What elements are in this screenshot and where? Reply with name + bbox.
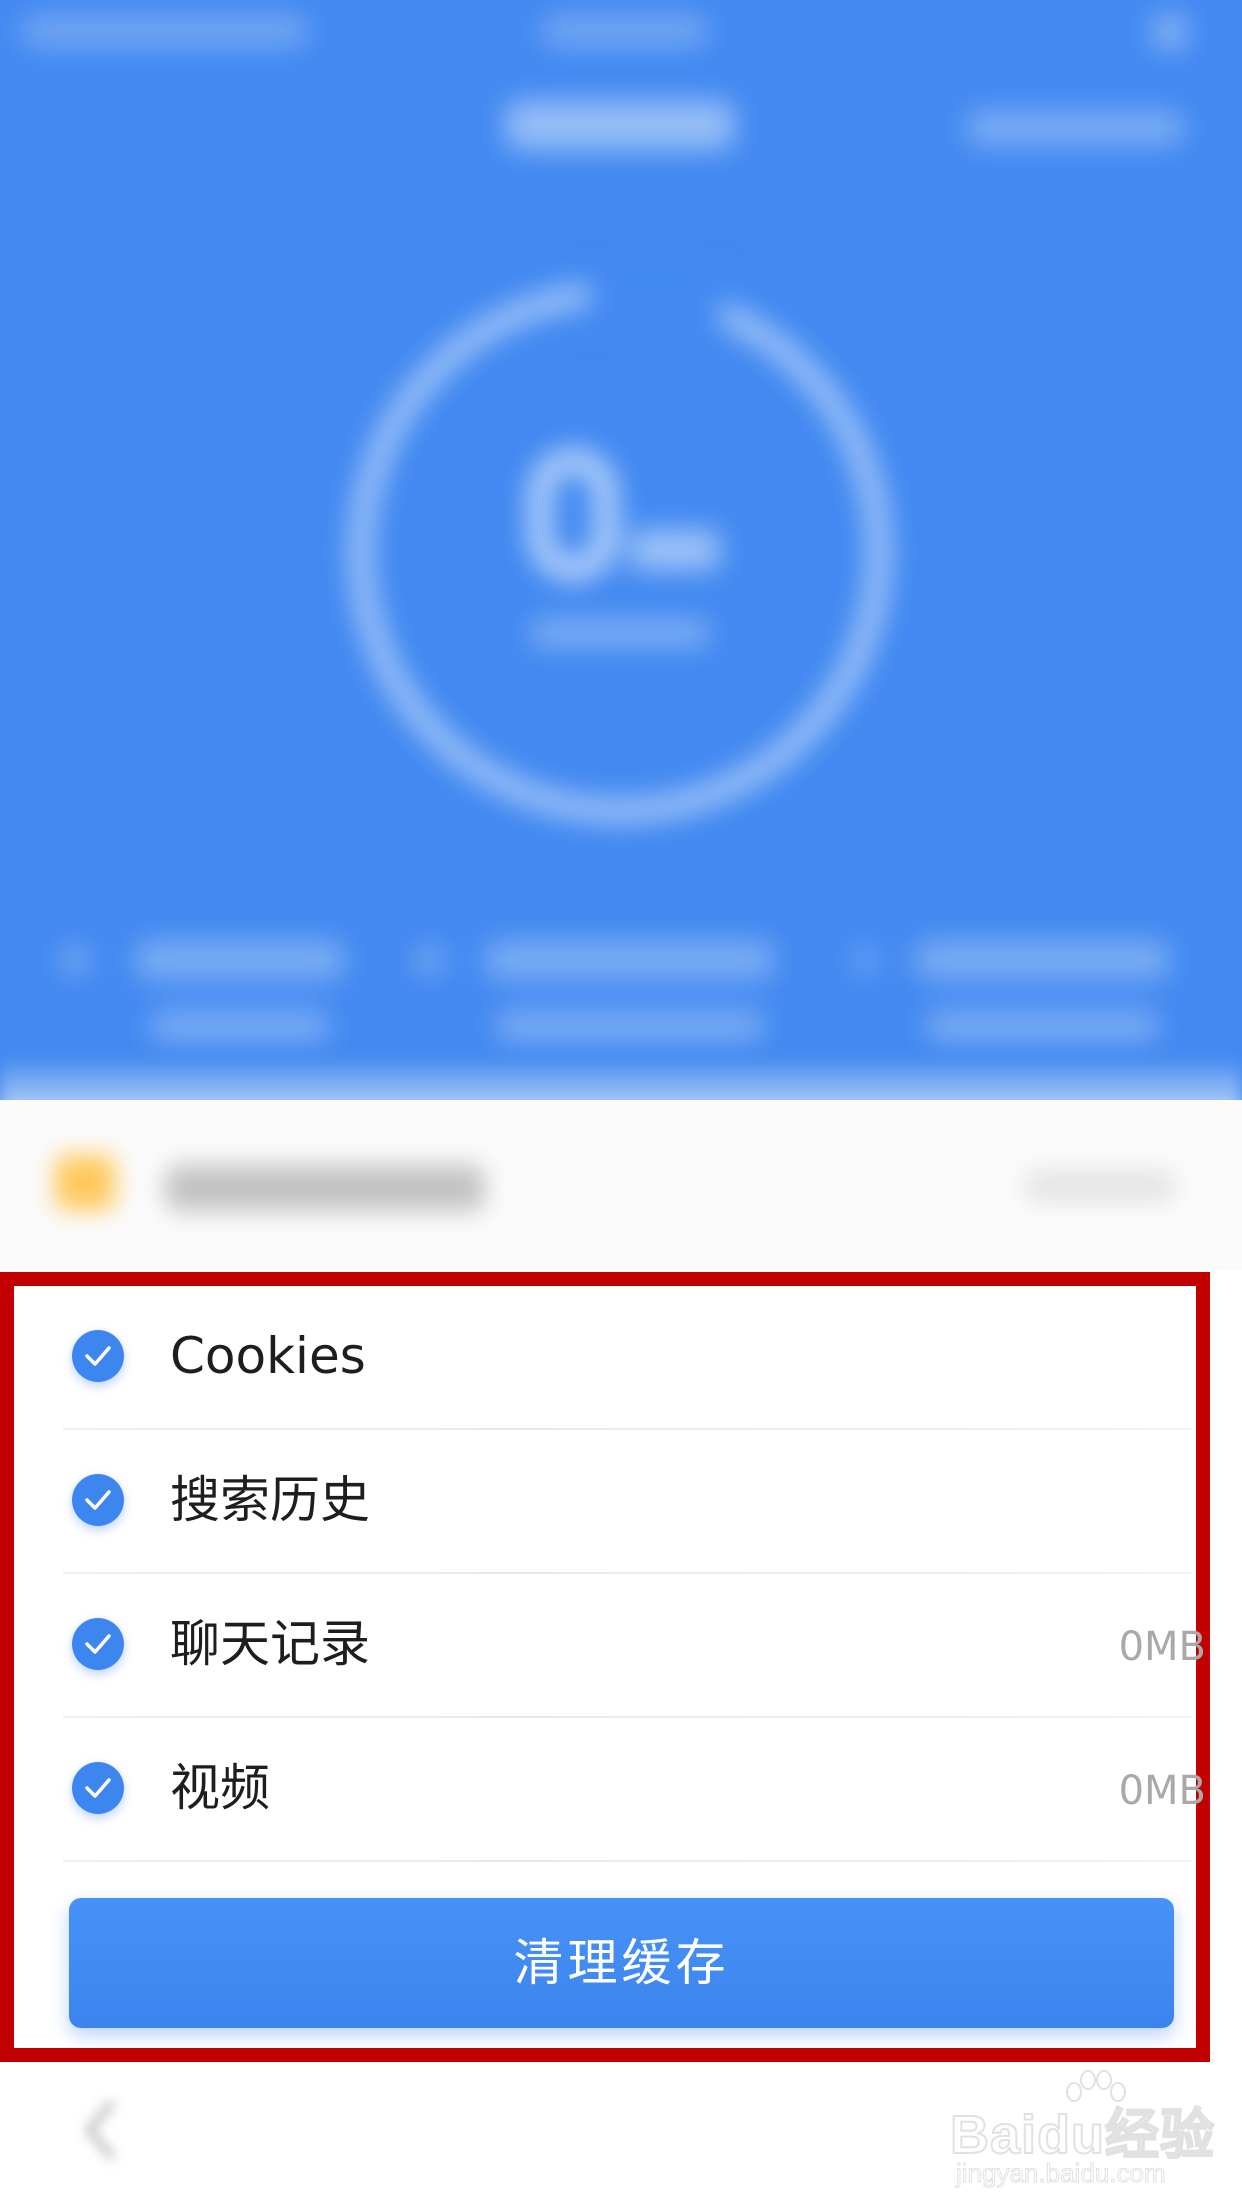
- check-icon[interactable]: [72, 1474, 124, 1526]
- blurred-header-content: [0, 0, 1242, 1100]
- back-arrow-icon[interactable]: [85, 2100, 115, 2160]
- watermark-url: jingyan.baidu.com: [956, 2158, 1167, 2189]
- storage-ring-unit: [630, 530, 720, 570]
- stat-3-label: [915, 940, 1170, 980]
- stat-1-label: [135, 940, 345, 980]
- cache-item-label: 聊天记录: [170, 1615, 370, 1673]
- baidu-watermark: Baidu经验 jingyan.baidu.com: [949, 2070, 1215, 2190]
- status-bar-carrier: [20, 14, 310, 48]
- cache-item-size: 0MB: [1118, 1768, 1206, 1814]
- folder-icon: [55, 1155, 115, 1210]
- downloaded-files-label: [165, 1165, 485, 1211]
- stat-1-icon: [60, 945, 90, 975]
- cache-item-search-history[interactable]: 搜索历史: [28, 1430, 1196, 1574]
- storage-ring-value: [520, 450, 750, 590]
- blurred-header: [0, 0, 1242, 1100]
- stat-3-icon: [855, 945, 875, 975]
- status-bar-battery-icon: [1150, 12, 1190, 52]
- stat-3-value: [925, 1010, 1160, 1042]
- storage-ring-gap: [590, 270, 720, 330]
- clear-cache-button[interactable]: 清理缓存: [69, 1898, 1174, 2028]
- stat-2-icon: [415, 945, 445, 975]
- cache-item-label: 视频: [170, 1759, 270, 1817]
- cache-selection-panel: Cookies 搜索历史 聊天记录 0MB 视频 0MB 清理缓存: [0, 1272, 1210, 2062]
- downloaded-files-row[interactable]: [0, 1100, 1242, 1270]
- stat-1-value: [150, 1010, 330, 1042]
- cache-item-label: Cookies: [170, 1327, 366, 1385]
- cache-item-chat-history[interactable]: 聊天记录 0MB: [28, 1574, 1206, 1718]
- stat-2-value: [495, 1010, 765, 1042]
- status-bar-time: [540, 14, 710, 48]
- stat-2-label: [485, 940, 775, 980]
- cache-item-cookies[interactable]: Cookies: [28, 1286, 1196, 1430]
- page-title-blurred: [505, 100, 735, 150]
- downloaded-files-row-content: [0, 1100, 1242, 1270]
- check-icon[interactable]: [72, 1762, 124, 1814]
- storage-ring-caption: [530, 620, 710, 646]
- row-divider: [63, 1860, 1193, 1862]
- check-icon[interactable]: [72, 1618, 124, 1670]
- downloaded-files-size: [1025, 1170, 1175, 1202]
- cache-item-video[interactable]: 视频 0MB: [28, 1718, 1206, 1862]
- cache-item-label: 搜索历史: [170, 1471, 370, 1529]
- check-icon[interactable]: [72, 1330, 124, 1382]
- header-right-link-blurred[interactable]: [965, 110, 1185, 146]
- cache-item-size: 0MB: [1118, 1624, 1206, 1670]
- storage-ring-number: [530, 450, 616, 580]
